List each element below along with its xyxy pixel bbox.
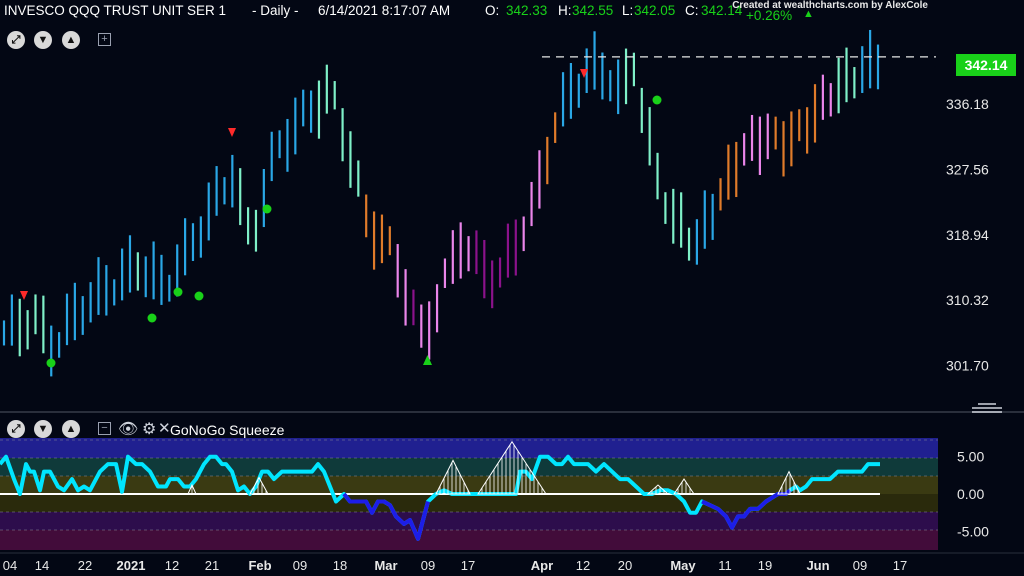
close-label: C: — [685, 3, 699, 18]
credit-text: Created at wealthcharts.com by AlexCole — [732, 0, 928, 11]
chevron-down-icon[interactable]: ▼ — [34, 31, 52, 49]
x-tick-label: May — [670, 558, 696, 573]
x-tick-label: 18 — [333, 558, 347, 573]
chart-canvas: 336.18 327.56 318.94 310.32 301.70 5.00 0.00 -5… — [0, 29, 1024, 573]
panel-chevron-up-icon[interactable]: ▲ — [62, 420, 80, 438]
osc-tick-label: 0.00 — [957, 486, 984, 502]
x-tick-label: 17 — [461, 558, 475, 573]
buy-signal-marker — [423, 355, 432, 365]
x-tick-label: 14 — [35, 558, 49, 573]
osc-band — [0, 530, 938, 550]
gear-icon[interactable]: ⚙ — [142, 419, 156, 439]
last-price-tag: 342.14 — [956, 54, 1016, 76]
x-tick-label: 09 — [853, 558, 867, 573]
minus-box-icon[interactable]: − — [98, 422, 111, 435]
x-tick-label: 17 — [893, 558, 907, 573]
x-tick-label: Feb — [248, 558, 271, 573]
osc-tick-label: 5.00 — [957, 449, 984, 465]
panel-name: GoNoGo Squeeze — [170, 422, 285, 438]
high-label: H: — [558, 3, 572, 18]
green-dot-marker — [194, 291, 204, 301]
panel-expand-icon[interactable]: ⤢ — [7, 420, 25, 438]
x-tick-label: 22 — [78, 558, 92, 573]
x-tick-label: Apr — [531, 558, 553, 573]
datetime-label: 6/14/2021 8:17:07 AM — [318, 3, 451, 18]
green-dot-marker — [652, 95, 662, 105]
osc-band — [0, 512, 938, 530]
x-tick-label: 19 — [758, 558, 772, 573]
price-tick-label: 301.70 — [946, 358, 989, 374]
x-tick-label: 20 — [618, 558, 632, 573]
green-dot-marker — [46, 358, 56, 368]
x-tick-label: 2021 — [117, 558, 146, 573]
low-label: L: — [622, 3, 634, 18]
osc-tick-label: -5.00 — [957, 523, 989, 539]
sell-signal-marker — [228, 128, 236, 137]
green-dot-marker — [262, 204, 272, 214]
x-tick-label: 11 — [718, 558, 732, 573]
plus-box-icon[interactable]: + — [98, 33, 111, 46]
open-label: O: — [485, 3, 500, 18]
close-icon[interactable]: ✕ — [158, 419, 171, 437]
price-bars — [2, 29, 880, 377]
panel-chevron-down-icon[interactable]: ▼ — [34, 420, 52, 438]
open-value: 342.33 — [506, 3, 548, 18]
green-dot-marker — [147, 313, 157, 323]
x-tick-label: 09 — [293, 558, 307, 573]
low-value: 342.05 — [634, 3, 676, 18]
price-tick-label: 318.94 — [946, 227, 989, 243]
green-dot-marker — [173, 287, 183, 297]
x-tick-label: Jun — [806, 558, 829, 573]
x-tick-label: 12 — [165, 558, 179, 573]
lines-icon — [972, 403, 1002, 413]
price-tick-label: 327.56 — [946, 161, 989, 177]
x-tick-label: 21 — [205, 558, 219, 573]
x-tick-label: 09 — [421, 558, 435, 573]
chevron-up-icon[interactable]: ▲ — [62, 31, 80, 49]
expand-icon[interactable]: ⤢ — [7, 31, 25, 49]
symbol-name: INVESCO QQQ TRUST UNIT SER 1 — [4, 3, 227, 18]
eye-icon[interactable]: 👁 — [118, 419, 138, 439]
high-value: 342.55 — [572, 3, 614, 18]
price-tick-label: 310.32 — [946, 292, 989, 308]
price-tick-label: 336.18 — [946, 96, 989, 112]
sell-signal-marker — [20, 291, 28, 300]
x-tick-label: Mar — [374, 558, 397, 573]
osc-band — [0, 458, 938, 476]
osc-band — [0, 494, 938, 512]
x-tick-label: 12 — [576, 558, 590, 573]
period-label: - Daily - — [252, 3, 299, 18]
osc-band — [0, 438, 938, 458]
x-tick-label: 04 — [3, 558, 17, 573]
